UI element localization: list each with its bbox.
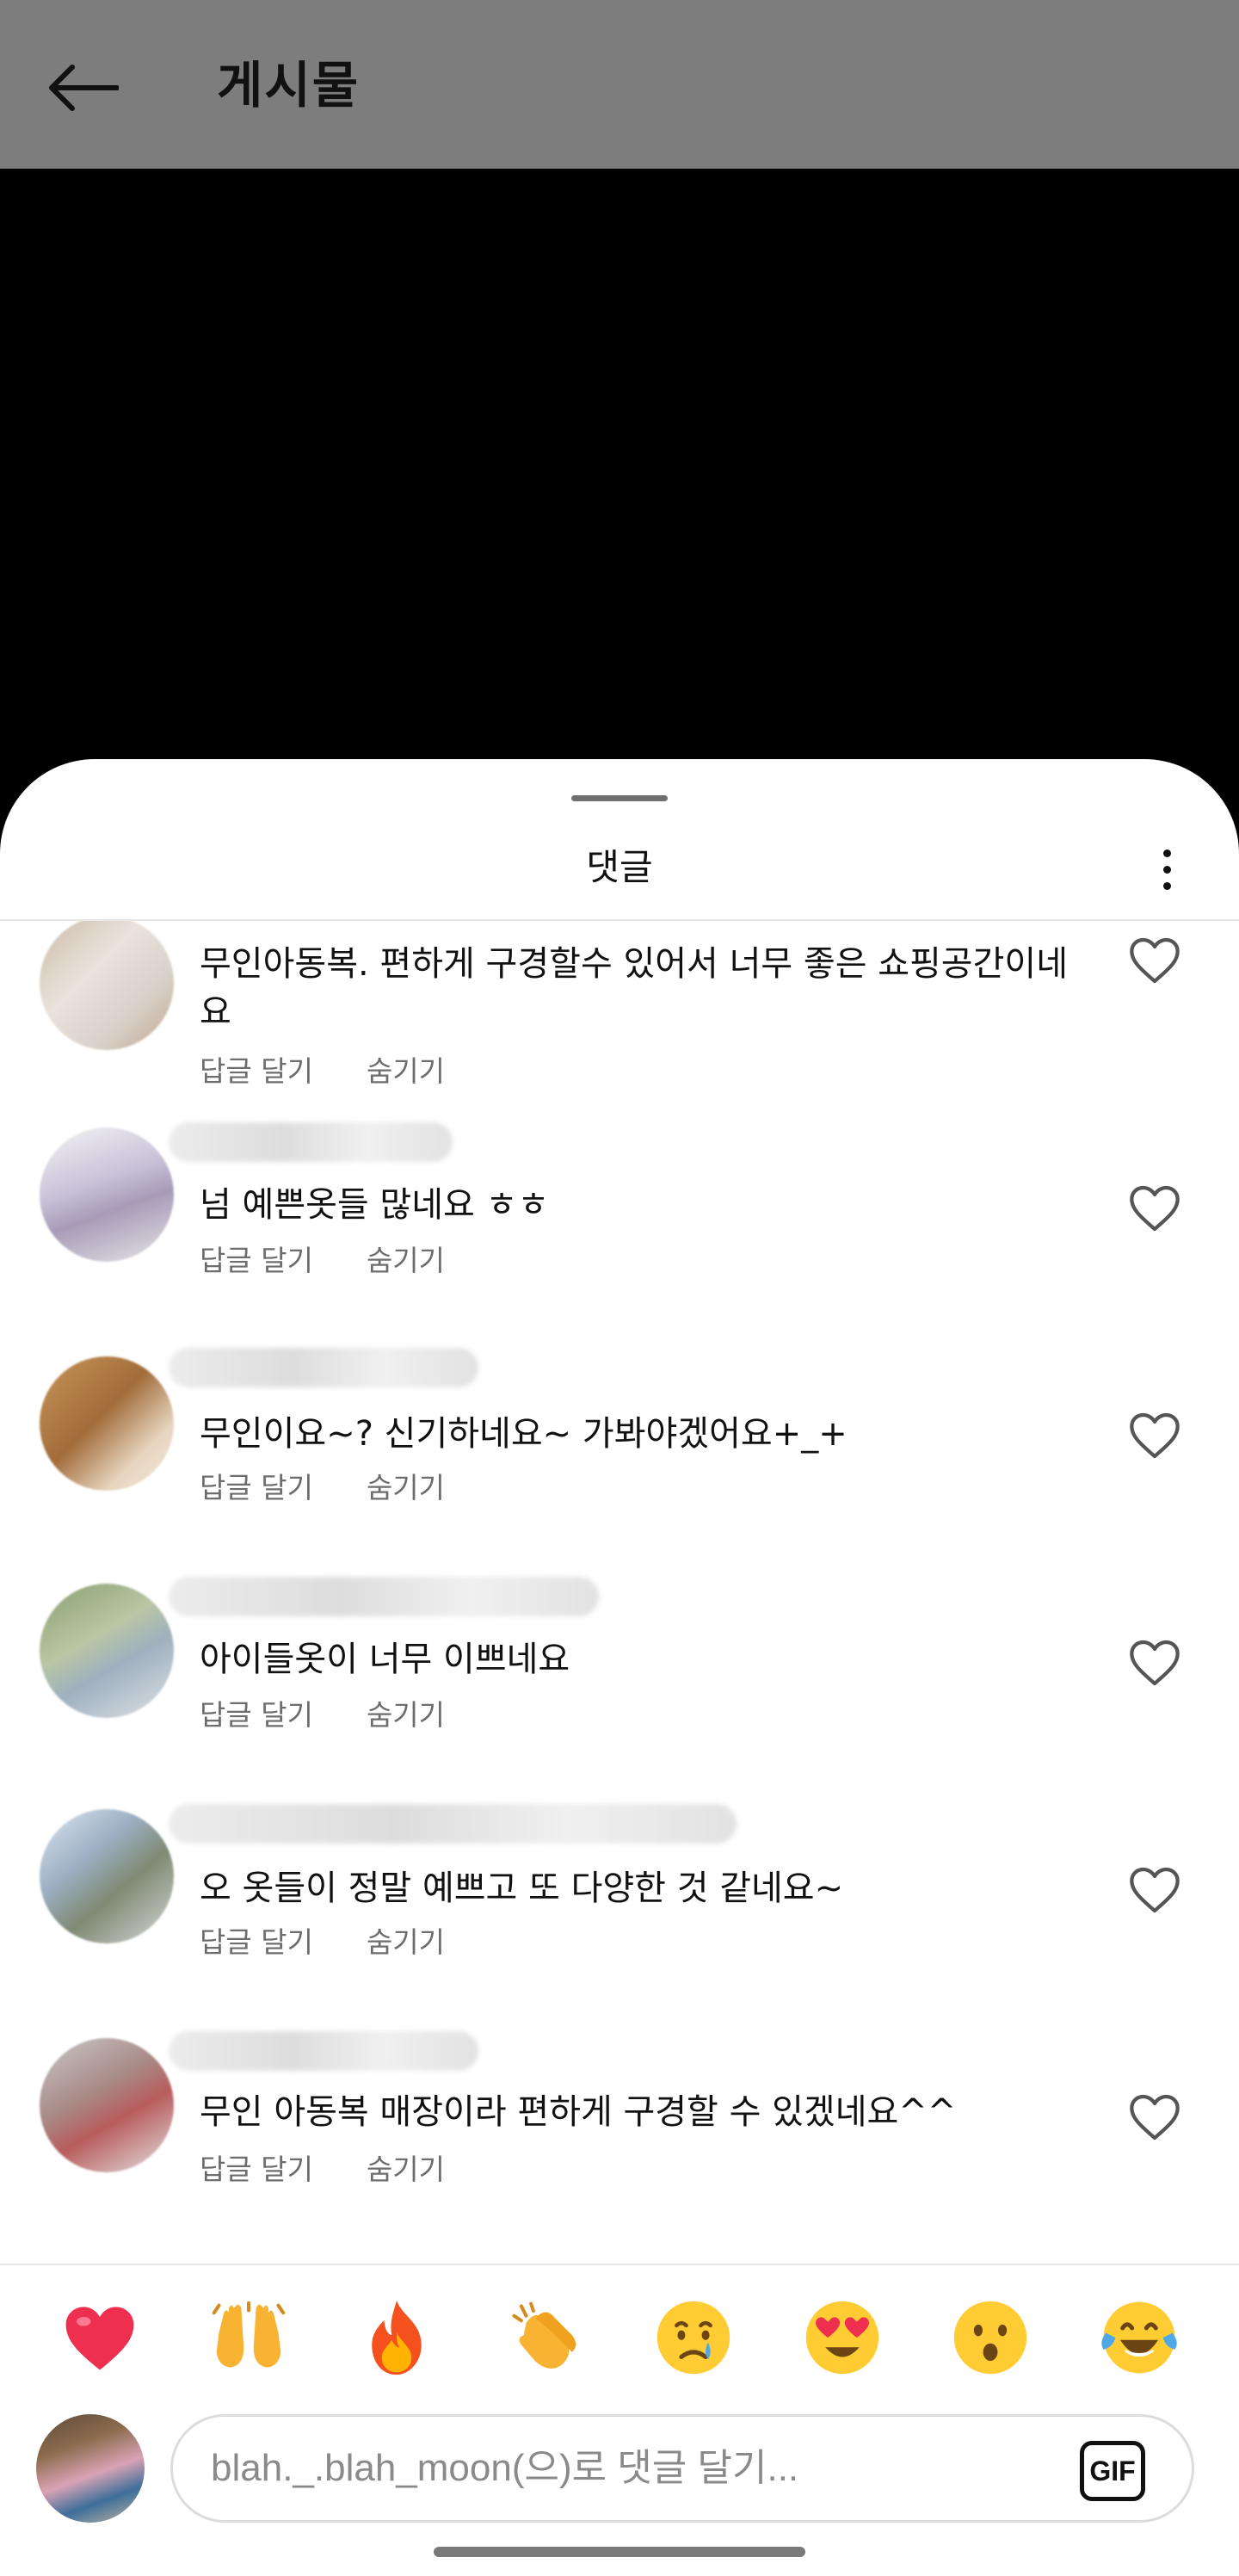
comment-input[interactable] <box>211 2441 1028 2496</box>
surprised-face-emoji <box>954 2301 1027 2375</box>
heart-icon[interactable] <box>1127 1864 1182 1916</box>
blurred-username <box>169 2031 478 2071</box>
clapping-hands-emoji <box>512 2301 576 2369</box>
reply-button[interactable]: 답글 달기 <box>200 1692 313 1733</box>
quick-reaction-bar <box>0 2264 1239 2410</box>
comment-text: 아이들옷이 너무 이쁘네요 <box>200 1640 570 1679</box>
arrow-left-icon <box>49 65 119 111</box>
comment-actions: 답글 달기 숨기기 <box>200 2147 445 2188</box>
comments-sheet: 댓글 무인아동복. 편하게 구경할수 있어서 너무 좋은 쇼핑공간이네요 답글 … <box>0 759 1239 2576</box>
back-button[interactable] <box>45 50 120 126</box>
heart-icon[interactable] <box>1127 1637 1182 1689</box>
reply-button[interactable]: 답글 달기 <box>200 1048 313 1090</box>
sheet-title: 댓글 <box>586 846 653 888</box>
comment-item: 무인이요~? 신기하네요~ 가봐야겠어요+_+ 답글 달기 숨기기 <box>0 1320 1239 1547</box>
hide-button[interactable]: 숨기기 <box>367 1692 445 1733</box>
comment-actions: 답글 달기 숨기기 <box>200 1919 445 1961</box>
comment-actions: 답글 달기 숨기기 <box>200 1465 445 1506</box>
hide-button[interactable]: 숨기기 <box>367 1465 445 1506</box>
tears-of-joy-emoji <box>1101 2301 1177 2374</box>
comment-text: 오 옷들이 정말 예쁘고 또 다양한 것 같네요~ <box>200 1869 844 1908</box>
top-app-bar: 게시물 <box>0 0 1239 169</box>
surprised-face-emoji-button[interactable] <box>947 2295 1033 2381</box>
comment-list[interactable]: 무인아동복. 편하게 구경할수 있어서 너무 좋은 쇼핑공간이네요 답글 달기 … <box>0 921 1239 2264</box>
raising-hands-emoji <box>212 2301 286 2368</box>
blurred-username <box>169 1804 737 1844</box>
comment-text: 무인아동복. 편하게 구경할수 있어서 너무 좋은 쇼핑공간이네요 <box>200 944 1069 1032</box>
hide-button[interactable]: 숨기기 <box>367 1919 445 1961</box>
crying-face-emoji <box>657 2301 730 2375</box>
heart-eyes-emoji <box>805 2301 878 2375</box>
more-options-button[interactable] <box>1141 835 1193 904</box>
blurred-username <box>169 1577 599 1616</box>
heart-icon[interactable] <box>1127 2091 1182 2143</box>
red-heart-emoji-button[interactable] <box>57 2295 143 2381</box>
comment-text: 무인이요~? 신기하네요~ 가봐야겠어요+_+ <box>200 1414 848 1454</box>
heart-icon[interactable] <box>1127 1183 1182 1234</box>
blurred-username <box>169 1348 478 1387</box>
avatar[interactable] <box>40 1127 174 1262</box>
heart-eyes-emoji-button[interactable] <box>799 2295 885 2381</box>
avatar[interactable] <box>40 1584 174 1718</box>
reply-button[interactable]: 답글 달기 <box>200 2147 313 2188</box>
comment-input-box[interactable]: GIF <box>170 2414 1194 2523</box>
comment-item: 무인 아동복 매장이라 편하게 구경할 수 있겠네요^^ 답글 달기 숨기기 <box>0 2002 1239 2229</box>
tears-of-joy-emoji-button[interactable] <box>1096 2295 1182 2381</box>
avatar[interactable] <box>40 921 174 1050</box>
reply-button[interactable]: 답글 달기 <box>200 1238 313 1279</box>
avatar[interactable] <box>40 1356 174 1491</box>
hide-button[interactable]: 숨기기 <box>367 1048 445 1090</box>
hide-button[interactable]: 숨기기 <box>367 1238 445 1279</box>
hide-button[interactable]: 숨기기 <box>367 2147 445 2188</box>
comment-item: 오 옷들이 정말 예쁘고 또 다양한 것 같네요~ 답글 달기 숨기기 <box>0 1775 1239 2002</box>
fire-emoji-button[interactable] <box>354 2295 440 2381</box>
crying-face-emoji-button[interactable] <box>650 2295 737 2381</box>
red-heart-emoji <box>65 2307 134 2370</box>
comment-actions: 답글 달기 숨기기 <box>200 1238 445 1279</box>
comment-actions: 답글 달기 숨기기 <box>200 1692 445 1733</box>
fire-emoji <box>372 2300 422 2375</box>
raising-hands-emoji-button[interactable] <box>206 2295 292 2381</box>
page-title: 게시물 <box>217 56 361 114</box>
video-area[interactable] <box>0 169 1239 771</box>
comment-item: 넘 예쁜옷들 많네요 ㅎㅎ 답글 달기 숨기기 <box>0 1093 1239 1320</box>
comment-item: 아이들옷이 너무 이쁘네요 답글 달기 숨기기 <box>0 1547 1239 1775</box>
comment-item: 무인아동복. 편하게 구경할수 있어서 너무 좋은 쇼핑공간이네요 답글 달기 … <box>0 921 1239 1095</box>
my-avatar[interactable] <box>36 2414 145 2523</box>
comment-actions: 답글 달기 숨기기 <box>200 1048 445 1090</box>
drag-handle[interactable] <box>571 795 668 801</box>
clapping-hands-emoji-button[interactable] <box>502 2295 589 2381</box>
avatar[interactable] <box>40 1809 174 1943</box>
home-indicator <box>434 2547 805 2557</box>
gif-button[interactable]: GIF <box>1080 2441 1145 2501</box>
heart-icon[interactable] <box>1127 935 1182 986</box>
avatar[interactable] <box>40 2038 174 2172</box>
blurred-username <box>169 1122 453 1162</box>
heart-icon[interactable] <box>1127 1410 1182 1461</box>
more-vertical-icon <box>1162 849 1171 857</box>
reply-button[interactable]: 답글 달기 <box>200 1465 313 1506</box>
comment-text: 넘 예쁜옷들 많네요 ㅎㅎ <box>200 1185 550 1225</box>
reply-button[interactable]: 답글 달기 <box>200 1919 313 1961</box>
comment-text: 무인 아동복 매장이라 편하게 구경할 수 있겠네요^^ <box>200 2092 957 2132</box>
